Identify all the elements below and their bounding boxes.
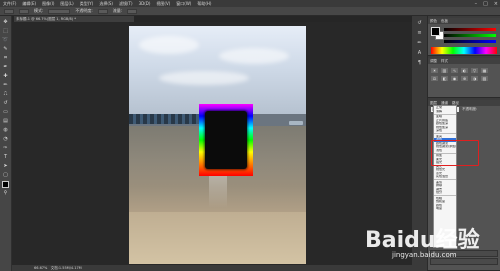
cloud xyxy=(159,71,249,85)
threshold-icon[interactable]: ▨ xyxy=(481,76,488,81)
menu-item[interactable]: 3D(D) xyxy=(139,1,151,6)
foreground-color-swatch[interactable] xyxy=(2,181,9,188)
crop-tool-icon[interactable]: ⌗ xyxy=(2,54,10,61)
path-select-tool-icon[interactable]: ➤ xyxy=(2,162,10,169)
tools-panel: ✥ ⬚ ➰ ✎ ⌗ ✒ ✚ ✏ ⎍ ↺ ▭ ▤ ◍ ◔ ✑ T ➤ ▢ ✋ ⚲ xyxy=(0,16,12,271)
menu-item[interactable]: 图像(I) xyxy=(42,1,54,7)
history-panel-icon[interactable]: ↺ xyxy=(415,20,425,26)
menu-item[interactable]: 滤镜(T) xyxy=(119,1,133,7)
photo-filter-icon[interactable]: ◉ xyxy=(451,76,458,81)
menu-item[interactable]: 窗口(W) xyxy=(176,1,191,7)
history-brush-tool-icon[interactable]: ↺ xyxy=(2,99,10,106)
document-size: 文档:1.55M/4.17M xyxy=(50,266,82,270)
flow-field[interactable] xyxy=(127,8,138,14)
blend-mode-option[interactable]: 溶解 xyxy=(434,110,456,114)
brush-tool-icon[interactable]: ✏ xyxy=(2,81,10,88)
shape-tool-icon[interactable]: ▢ xyxy=(2,171,10,178)
rainbow-frame-layer[interactable] xyxy=(199,104,253,176)
menu-item[interactable]: 图层(L) xyxy=(60,1,73,7)
healing-brush-tool-icon[interactable]: ✚ xyxy=(2,72,10,79)
tool-preset-picker[interactable] xyxy=(4,8,14,14)
blend-mode-option[interactable]: 划分 xyxy=(434,191,456,195)
opacity-label: 不透明度: xyxy=(75,8,93,13)
properties-panel-icon[interactable]: ≡ xyxy=(415,30,425,36)
menu-item[interactable]: 帮助(H) xyxy=(197,1,211,7)
boats-row xyxy=(129,114,207,124)
marquee-tool-icon[interactable]: ⬚ xyxy=(2,27,10,34)
maximize-button[interactable]: □ xyxy=(483,1,488,7)
flow-label: 流量: xyxy=(112,8,123,13)
menu-item[interactable]: 类型(Y) xyxy=(80,1,94,7)
window-controls: – □ × xyxy=(475,0,498,7)
boat xyxy=(289,121,303,125)
adjustments-panel: 调整 样式 ☀ ▥ ∿ ◐ ▽ ▦ ⚖ ◧ ◉ ⊕ ◑ ▨ xyxy=(428,58,500,98)
zoom-tool-icon[interactable]: ⚲ xyxy=(2,189,10,196)
eyedropper-tool-icon[interactable]: ✒ xyxy=(2,63,10,70)
move-tool-icon[interactable]: ✥ xyxy=(2,18,10,25)
color-panel: 颜色 色板 xyxy=(428,18,500,56)
cloud xyxy=(139,36,199,54)
zoom-readout[interactable]: 66.67% xyxy=(34,266,47,270)
annotation-highlight-box xyxy=(431,140,479,166)
minimize-button[interactable]: – xyxy=(475,1,478,7)
invert-icon[interactable]: ◑ xyxy=(471,76,478,81)
baidu-watermark: Baidu经验 xyxy=(365,228,480,253)
brightness-icon[interactable]: ☀ xyxy=(431,68,438,73)
dodge-tool-icon[interactable]: ◔ xyxy=(2,135,10,142)
brush-size-picker[interactable] xyxy=(19,8,29,14)
opacity-field[interactable] xyxy=(97,8,108,14)
status-bar: 66.67% 文档:1.55M/4.17M xyxy=(12,265,412,271)
baidu-watermark-url: jingyan.baidu.com xyxy=(392,251,457,259)
menu-item[interactable]: 编辑(E) xyxy=(22,1,36,7)
type-tool-icon[interactable]: T xyxy=(2,153,10,160)
layer-opacity-label: 不透明度: xyxy=(462,107,478,111)
red-slider[interactable] xyxy=(444,28,496,31)
foreground-color-swatch[interactable] xyxy=(431,27,440,36)
clone-stamp-tool-icon[interactable]: ⎍ xyxy=(2,90,10,97)
blur-tool-icon[interactable]: ◍ xyxy=(2,126,10,133)
gradient-tool-icon[interactable]: ▤ xyxy=(2,117,10,124)
cloud xyxy=(219,48,289,64)
levels-icon[interactable]: ▥ xyxy=(441,68,448,73)
pen-tool-icon[interactable]: ✑ xyxy=(2,144,10,151)
mode-label: 模式: xyxy=(34,8,44,13)
paragraph-panel-icon[interactable]: ¶ xyxy=(415,60,425,66)
layer-row[interactable] xyxy=(430,258,498,265)
vibrance-icon[interactable]: ▽ xyxy=(471,68,478,73)
hue-saturation-icon[interactable]: ▦ xyxy=(481,68,488,73)
black-white-icon[interactable]: ◧ xyxy=(441,76,448,81)
green-slider[interactable] xyxy=(444,34,496,37)
frame-inner-black xyxy=(205,111,247,169)
character-panel-icon[interactable]: A xyxy=(415,50,425,56)
quick-select-tool-icon[interactable]: ✎ xyxy=(2,45,10,52)
blend-mode-option[interactable]: 深色 xyxy=(434,129,456,133)
channel-mixer-icon[interactable]: ⊕ xyxy=(461,76,468,81)
tab-styles[interactable]: 样式 xyxy=(441,58,448,64)
blend-mode-option[interactable]: 明度 xyxy=(434,207,456,211)
color-spectrum[interactable] xyxy=(431,47,497,54)
menu-item[interactable]: 视图(V) xyxy=(156,1,170,7)
blend-mode-option[interactable]: 实色混合 xyxy=(434,175,456,179)
menu-bar: 文件(F) 编辑(E) 图像(I) 图层(L) 类型(Y) 选择(S) 滤镜(T) 3D(D)… xyxy=(0,0,500,7)
mode-select[interactable] xyxy=(48,8,71,14)
color-balance-icon[interactable]: ⚖ xyxy=(431,76,438,81)
lasso-tool-icon[interactable]: ➰ xyxy=(2,36,10,43)
curves-icon[interactable]: ∿ xyxy=(451,68,458,73)
blue-slider[interactable] xyxy=(444,40,496,43)
tab-swatches[interactable]: 色板 xyxy=(441,18,448,24)
tab-adjustments[interactable]: 调整 xyxy=(430,58,437,64)
sand-region xyxy=(129,212,306,264)
eraser-tool-icon[interactable]: ▭ xyxy=(2,108,10,115)
menu-item[interactable]: 文件(F) xyxy=(3,1,16,7)
options-bar: 模式: 不透明度: 流量: xyxy=(0,7,500,16)
close-button[interactable]: × xyxy=(494,1,498,7)
brush-panel-icon[interactable]: ✏ xyxy=(415,40,425,46)
exposure-icon[interactable]: ◐ xyxy=(461,68,468,73)
tab-color[interactable]: 颜色 xyxy=(430,18,437,24)
menu-item[interactable]: 选择(S) xyxy=(99,1,113,7)
